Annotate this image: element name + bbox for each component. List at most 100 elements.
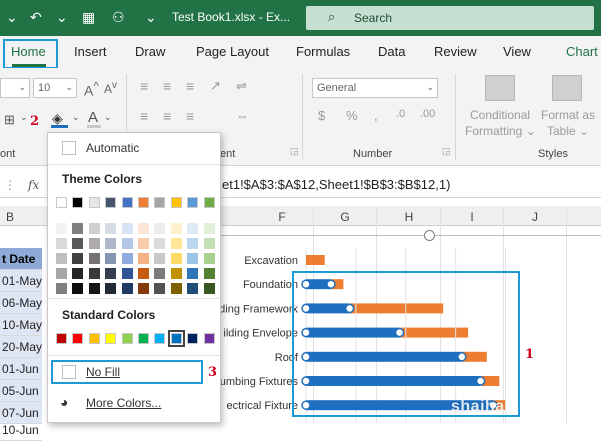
cell-header-start-date[interactable]: t Date xyxy=(0,248,42,270)
theme-color-shade[interactable] xyxy=(72,283,84,294)
theme-color-shade[interactable] xyxy=(72,223,84,234)
quick-access-menu-icon[interactable]: ⌄ xyxy=(145,9,157,25)
number-format-combo[interactable]: General ⌄ xyxy=(312,78,438,98)
theme-color-shade[interactable] xyxy=(154,223,166,234)
column-header-g[interactable]: G xyxy=(335,210,355,224)
theme-color-shade[interactable] xyxy=(88,268,100,279)
bar-orange[interactable] xyxy=(306,255,325,265)
theme-color-swatch[interactable] xyxy=(105,197,117,208)
dialog-launcher-icon[interactable]: ◲ xyxy=(290,146,299,157)
theme-color-shade[interactable] xyxy=(138,283,149,294)
theme-color-shade[interactable] xyxy=(138,223,149,234)
theme-color-swatch[interactable] xyxy=(138,197,149,208)
cell-date[interactable]: 10-Jun xyxy=(0,419,42,441)
theme-color-swatch[interactable] xyxy=(56,197,67,208)
theme-color-shade[interactable] xyxy=(187,268,199,279)
standard-color-swatch[interactable] xyxy=(138,333,149,344)
formula-input[interactable]: et1!$A$3:$A$12,Sheet1!$B$3:$B$12,1) xyxy=(222,177,450,192)
align-middle-icon[interactable]: ≡ xyxy=(163,78,171,94)
conditional-formatting-label1[interactable]: Conditional xyxy=(470,108,530,122)
theme-color-shade[interactable] xyxy=(154,283,166,294)
percent-icon[interactable]: % xyxy=(346,108,358,123)
chevron-down-icon[interactable]: ⌄ xyxy=(72,112,80,123)
align-top-icon[interactable]: ≡ xyxy=(140,78,148,94)
theme-color-shade[interactable] xyxy=(154,238,166,249)
tab-formulas[interactable]: Formulas xyxy=(296,44,350,59)
align-left-icon[interactable]: ≡ xyxy=(140,108,148,124)
theme-color-shade[interactable] xyxy=(203,253,215,264)
standard-color-swatch[interactable] xyxy=(105,333,117,344)
theme-color-shade[interactable] xyxy=(72,268,84,279)
theme-color-shade[interactable] xyxy=(56,253,67,264)
column-header-b[interactable]: B xyxy=(0,210,20,224)
tab-view[interactable]: View xyxy=(503,44,531,59)
comma-style-icon[interactable]: , xyxy=(374,108,378,123)
theme-color-shade[interactable] xyxy=(170,253,182,264)
theme-color-shade[interactable] xyxy=(105,238,117,249)
undo-icon[interactable]: ↶ xyxy=(30,9,42,25)
increase-font-icon[interactable]: A^ xyxy=(84,80,99,99)
font-size-combo[interactable]: 10 ⌄ xyxy=(33,78,77,98)
theme-color-swatch[interactable] xyxy=(170,197,182,208)
conditional-formatting-icon[interactable] xyxy=(485,75,515,101)
currency-icon[interactable]: $ xyxy=(318,108,325,123)
theme-color-swatch[interactable] xyxy=(88,197,100,208)
standard-color-swatch[interactable] xyxy=(121,333,133,344)
cell-date[interactable]: 10-May xyxy=(0,314,42,336)
org-chart-icon[interactable]: ⚇ xyxy=(112,9,125,25)
borders-icon[interactable]: ⊞ xyxy=(4,112,15,128)
standard-color-swatch[interactable] xyxy=(72,333,84,344)
theme-color-shade[interactable] xyxy=(170,283,182,294)
font-color-icon[interactable]: A xyxy=(88,109,98,126)
standard-color-swatch[interactable] xyxy=(187,333,199,344)
insert-function-icon[interactable]: fx xyxy=(28,178,39,192)
theme-color-shade[interactable] xyxy=(203,223,215,234)
dropdown-icon[interactable]: ⌄ xyxy=(6,9,18,25)
theme-color-shade[interactable] xyxy=(121,253,133,264)
tab-page-layout[interactable]: Page Layout xyxy=(196,44,269,59)
theme-color-shade[interactable] xyxy=(72,238,84,249)
theme-color-shade[interactable] xyxy=(88,238,100,249)
format-as-table-icon[interactable] xyxy=(552,75,582,101)
conditional-formatting-label2[interactable]: Formatting ⌄ xyxy=(465,124,536,138)
theme-color-swatch[interactable] xyxy=(187,197,199,208)
format-as-table-label1[interactable]: Format as xyxy=(541,108,595,122)
theme-color-shade[interactable] xyxy=(170,268,182,279)
standard-color-swatch[interactable] xyxy=(203,333,215,344)
dialog-launcher-icon[interactable]: ◲ xyxy=(442,146,451,157)
theme-color-shade[interactable] xyxy=(138,238,149,249)
tab-chart[interactable]: Chart xyxy=(566,44,598,59)
no-fill-option[interactable]: No Fill xyxy=(86,365,120,379)
align-right-icon[interactable]: ≡ xyxy=(186,108,194,124)
standard-color-swatch[interactable] xyxy=(167,330,185,347)
format-as-table-label2[interactable]: Table ⌄ xyxy=(547,124,589,138)
column-header-h[interactable]: H xyxy=(399,210,419,224)
theme-color-shade[interactable] xyxy=(72,253,84,264)
column-header-i[interactable]: I xyxy=(462,210,482,224)
search-box[interactable]: ⌕ Search xyxy=(306,6,594,30)
cell-date[interactable]: 05-Jun xyxy=(0,380,42,402)
chevron-down-icon[interactable]: ⌄ xyxy=(104,112,112,123)
wrap-text-icon[interactable]: ⇌ xyxy=(236,78,247,94)
theme-color-shade[interactable] xyxy=(187,253,199,264)
decrease-font-icon[interactable]: Av xyxy=(104,80,117,96)
theme-color-shade[interactable] xyxy=(105,268,117,279)
theme-color-shade[interactable] xyxy=(121,223,133,234)
formula-bar-options-icon[interactable]: ⋮ xyxy=(4,178,16,192)
column-header-j[interactable]: J xyxy=(525,210,545,224)
theme-color-shade[interactable] xyxy=(88,283,100,294)
increase-decimal-icon[interactable]: .0 xyxy=(396,108,405,120)
automatic-checkbox[interactable] xyxy=(62,141,76,155)
standard-color-swatch[interactable] xyxy=(154,333,166,344)
theme-color-shade[interactable] xyxy=(105,223,117,234)
theme-color-shade[interactable] xyxy=(138,253,149,264)
theme-color-shade[interactable] xyxy=(88,253,100,264)
theme-color-shade[interactable] xyxy=(170,238,182,249)
automatic-option[interactable]: Automatic xyxy=(86,141,139,155)
theme-color-swatch[interactable] xyxy=(72,197,84,208)
theme-color-shade[interactable] xyxy=(56,268,67,279)
theme-color-shade[interactable] xyxy=(170,223,182,234)
form-icon[interactable]: ▦ xyxy=(82,9,95,25)
align-bottom-icon[interactable]: ≡ xyxy=(186,78,194,94)
merge-center-icon[interactable]: ⇔ xyxy=(236,108,249,123)
